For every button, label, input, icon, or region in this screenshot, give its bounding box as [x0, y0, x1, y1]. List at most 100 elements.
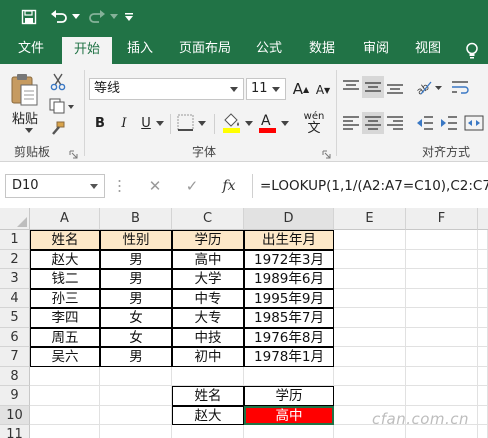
cell-d2[interactable]: 1972年3月	[244, 249, 334, 269]
row-header-1[interactable]: 1	[0, 230, 30, 250]
select-all-corner[interactable]	[0, 208, 30, 230]
clipboard-launcher-icon[interactable]	[69, 148, 78, 159]
cell-a11[interactable]	[30, 425, 100, 438]
merge-center-icon[interactable]	[462, 112, 486, 134]
cell-c3[interactable]: 大学	[172, 269, 244, 289]
cell-c10[interactable]: 赵大	[172, 405, 244, 425]
paste-button[interactable]: 粘贴	[12, 108, 38, 127]
redo-dropdown-icon[interactable]	[108, 6, 120, 28]
copy-icon[interactable]	[48, 96, 76, 116]
cell-f6[interactable]	[406, 327, 478, 347]
tab-page-layout[interactable]: 页面布局	[172, 34, 238, 64]
cell-a5[interactable]: 李四	[30, 308, 100, 328]
redo-icon[interactable]	[86, 6, 108, 28]
cancel-icon[interactable]: ✕	[145, 176, 165, 196]
undo-icon[interactable]	[48, 6, 70, 28]
cell-f1[interactable]	[406, 230, 478, 250]
tab-view[interactable]: 视图	[406, 34, 450, 64]
cell-b3[interactable]: 男	[100, 269, 172, 289]
cell-g7[interactable]	[478, 347, 488, 367]
font-launcher-icon[interactable]	[322, 148, 331, 159]
cell-c4[interactable]: 中专	[172, 288, 244, 308]
cell-d3[interactable]: 1989年6月	[244, 269, 334, 289]
cell-b10[interactable]	[100, 405, 172, 425]
tab-file[interactable]: 文件	[8, 34, 54, 64]
cell-e9[interactable]	[334, 386, 406, 406]
row-header-10[interactable]: 10	[0, 405, 30, 425]
paste-icon[interactable]	[8, 72, 40, 108]
bold-button[interactable]: B	[91, 112, 109, 134]
cell-c5[interactable]: 大专	[172, 308, 244, 328]
cell-a3[interactable]: 钱二	[30, 269, 100, 289]
decrease-indent-icon[interactable]	[414, 112, 436, 134]
cell-a8[interactable]	[30, 366, 100, 386]
cell-f8[interactable]	[406, 366, 478, 386]
cell-c7[interactable]: 初中	[172, 347, 244, 367]
cell-d7[interactable]: 1978年1月	[244, 347, 334, 367]
cell-b1[interactable]: 性别	[100, 230, 172, 250]
row-header-4[interactable]: 4	[0, 288, 30, 308]
column-header-d[interactable]: D	[244, 208, 334, 230]
fill-color-button[interactable]	[220, 110, 256, 136]
column-header-a[interactable]: A	[30, 208, 100, 230]
cell-g5[interactable]	[478, 308, 488, 328]
cut-icon[interactable]	[48, 72, 68, 92]
column-header-g[interactable]	[478, 208, 488, 230]
font-color-button[interactable]: A	[256, 110, 292, 136]
row-header-6[interactable]: 6	[0, 327, 30, 347]
align-right-icon[interactable]	[384, 112, 406, 134]
format-painter-icon[interactable]	[48, 120, 68, 138]
row-header-7[interactable]: 7	[0, 347, 30, 367]
cell-d8[interactable]	[244, 366, 334, 386]
customize-toolbar-icon[interactable]	[122, 6, 136, 28]
cell-c11[interactable]	[172, 425, 244, 438]
row-header-5[interactable]: 5	[0, 308, 30, 328]
orientation-icon[interactable]: ab	[414, 76, 444, 98]
formula-input[interactable]: =LOOKUP(1,1/(A2:A7=C10),C2:C7)	[252, 174, 488, 198]
tab-insert[interactable]: 插入	[118, 34, 162, 64]
cell-d11[interactable]	[244, 425, 334, 438]
increase-indent-icon[interactable]	[438, 112, 460, 134]
save-icon[interactable]	[18, 6, 40, 28]
cell-g4[interactable]	[478, 288, 488, 308]
cell-e5[interactable]	[334, 308, 406, 328]
cell-d10[interactable]: 高中	[244, 405, 334, 425]
cell-e7[interactable]	[334, 347, 406, 367]
increase-font-size-button[interactable]: A ▲	[292, 78, 310, 100]
cell-e1[interactable]	[334, 230, 406, 250]
cell-e8[interactable]	[334, 366, 406, 386]
cell-d1[interactable]: 出生年月	[244, 230, 334, 250]
row-header-3[interactable]: 3	[0, 269, 30, 289]
tab-formulas[interactable]: 公式	[248, 34, 290, 64]
row-header-2[interactable]: 2	[0, 249, 30, 269]
cell-e3[interactable]	[334, 269, 406, 289]
cell-b6[interactable]: 女	[100, 327, 172, 347]
decrease-font-size-button[interactable]: A ▼	[314, 80, 332, 100]
cell-g1[interactable]	[478, 230, 488, 250]
cell-g10[interactable]	[478, 405, 488, 425]
align-bottom-icon[interactable]	[384, 76, 406, 98]
cell-b11[interactable]	[100, 425, 172, 438]
borders-button[interactable]	[176, 112, 210, 134]
cell-f7[interactable]	[406, 347, 478, 367]
cell-e6[interactable]	[334, 327, 406, 347]
cell-b9[interactable]	[100, 386, 172, 406]
undo-dropdown-icon[interactable]	[70, 6, 82, 28]
align-top-icon[interactable]	[340, 76, 362, 98]
align-left-icon[interactable]	[340, 112, 362, 134]
formula-bar-grip[interactable]	[118, 178, 121, 194]
cell-c9[interactable]: 姓名	[172, 386, 244, 406]
column-header-e[interactable]: E	[334, 208, 406, 230]
column-header-c[interactable]: C	[172, 208, 244, 230]
cell-b8[interactable]	[100, 366, 172, 386]
cell-e4[interactable]	[334, 288, 406, 308]
column-header-f[interactable]: F	[406, 208, 478, 230]
cell-a1[interactable]: 姓名	[30, 230, 100, 250]
cell-a10[interactable]	[30, 405, 100, 425]
cell-g11[interactable]	[478, 425, 488, 438]
enter-icon[interactable]: ✓	[182, 176, 202, 196]
cell-f3[interactable]	[406, 269, 478, 289]
cell-g2[interactable]	[478, 249, 488, 269]
cell-f2[interactable]	[406, 249, 478, 269]
align-center-icon[interactable]	[362, 112, 384, 134]
